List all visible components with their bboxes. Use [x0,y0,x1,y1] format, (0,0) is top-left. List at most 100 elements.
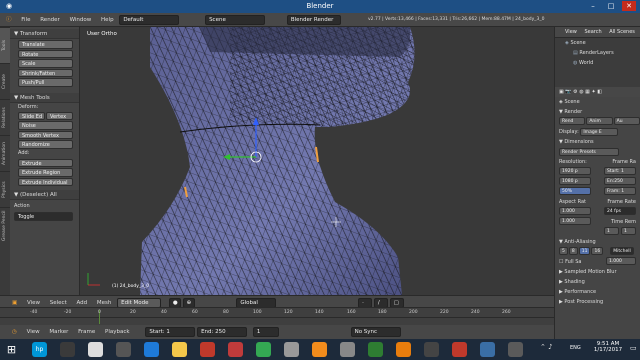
close-button[interactable]: ✕ [622,1,636,11]
frame-rate-select[interactable]: 24 fps [604,207,636,215]
sampled-motion-blur-panel[interactable]: ▶ Sampled Motion Blur [555,267,640,277]
properties-context-icons[interactable]: ▣ 📷 ⚙ ◍ ▦ ✦ ◧ [555,87,640,97]
aa-samples-11[interactable]: 11 [578,247,591,255]
scale-button[interactable]: Scale [18,59,73,68]
timeline-menu-playback[interactable]: Playback [101,325,134,339]
minimize-button[interactable]: – [586,1,600,11]
timeline-editor-icon[interactable]: ◷ [8,325,21,339]
aa-samples-5[interactable]: 5 [559,247,568,255]
action-select[interactable]: Toggle [14,212,73,221]
menu-window[interactable]: Window [66,13,96,27]
chrome-icon[interactable] [256,342,271,357]
clock[interactable]: 9:51 AM 1/17/2017 [590,341,626,353]
extrude-individual-button[interactable]: Extrude Individual [18,177,73,186]
dimensions-panel-header[interactable]: ▼ Dimensions [555,137,640,147]
menu-file[interactable]: File [17,13,34,27]
resolution-percentage-field[interactable]: 50% [559,187,591,195]
tab-relations[interactable]: Relations [0,99,10,135]
slide-edge-button[interactable]: Slide Ed [18,111,45,120]
vertex-slide-button[interactable]: Vertex [46,111,73,120]
tab-grease-pencil[interactable]: Grease Pencil [0,207,10,243]
app-icon-red2[interactable] [228,342,243,357]
frame-start-field[interactable]: Start: 1 [604,167,636,175]
noise-button[interactable]: Noise [18,121,73,130]
store-icon[interactable] [116,342,131,357]
mesh-tools-panel-header[interactable]: ▼ Mesh Tools [10,92,79,103]
shrink-fatten-button[interactable]: Shrink/Fatten [18,68,73,77]
app-icon-red[interactable] [200,342,215,357]
render-engine-select[interactable]: Blender Render [286,15,341,25]
menu-render[interactable]: Render [36,13,64,27]
app-icon-red3[interactable] [452,342,467,357]
aspect-y-field[interactable]: 1.000 [559,217,591,225]
task-view-icon[interactable] [60,342,75,357]
screen-layout-select[interactable]: Default [119,15,180,25]
maximize-button[interactable]: □ [604,1,618,11]
timeline-menu-marker[interactable]: Marker [45,325,72,339]
frame-end-field[interactable]: En:250 [604,177,636,185]
anti-aliasing-panel-header[interactable]: ▼ Anti-Aliasing [555,237,640,247]
extrude-region-button[interactable]: Extrude Region [18,168,73,177]
full-sample-checkbox[interactable]: ☐ Full Sa [559,257,581,267]
smooth-vertex-button[interactable]: Smooth Vertex [18,130,73,139]
3d-viewport[interactable]: User Ortho (1) 24_body_3_0 [80,27,554,295]
app-icon-gray3[interactable] [508,342,523,357]
extrude-button[interactable]: Extrude [18,158,73,167]
outliner-item-scene[interactable]: ◈ Scene [555,38,640,48]
audio-button[interactable]: Au [613,117,640,125]
current-frame-field[interactable]: 1 [252,327,279,337]
outliner-item-world[interactable]: ◍ World [555,58,640,68]
outliner-menu-search[interactable]: Search [584,29,607,35]
shading-panel[interactable]: ▶ Shading [555,277,640,287]
scene-select[interactable]: Scene [205,15,266,25]
operator-panel-header[interactable]: ▼ (Deselect) All [10,190,79,200]
timeline-ruler[interactable]: -40 -20 0 20 40 60 80 100 120 140 160 18… [0,310,554,324]
end-frame-field[interactable]: End: 250 [197,327,248,337]
menu-help[interactable]: Help [97,13,118,27]
time-remap-old-field[interactable]: 1 [604,227,619,235]
tray-icons[interactable]: ⌃ ♪ [540,343,553,351]
aspect-x-field[interactable]: 1.000 [559,207,591,215]
app-icon-gray2[interactable] [340,342,355,357]
outliner-menu-view[interactable]: View [565,29,583,35]
time-remap-new-field[interactable]: 1 [621,227,636,235]
translate-button[interactable]: Translate [18,40,73,49]
app-icon-dark[interactable] [424,342,439,357]
aa-samples-8[interactable]: 8 [568,247,578,255]
render-panel-header[interactable]: ▼ Render [555,107,640,117]
app-icon[interactable] [88,342,103,357]
tab-create[interactable]: Create [0,63,10,99]
tab-animation[interactable]: Animation [0,135,10,171]
timeline-menu-view[interactable]: View [23,325,44,339]
render-presets-select[interactable]: Render Presets [559,148,619,156]
start-button[interactable]: ⊞ [4,342,19,357]
language-indicator[interactable]: ENG [570,345,581,351]
tab-physics[interactable]: Physics [0,171,10,207]
randomize-button[interactable]: Randomize [18,140,73,149]
sync-mode-select[interactable]: No Sync [350,327,401,337]
aa-filter-select[interactable]: Mitchell [610,247,634,255]
performance-panel[interactable]: ▶ Performance [555,287,640,297]
start-frame-field[interactable]: Start: 1 [145,327,196,337]
push-pull-button[interactable]: Push/Pull [18,78,73,87]
app-icon-blue[interactable] [480,342,495,357]
hp-icon[interactable]: hp [32,342,47,357]
transform-panel-header[interactable]: ▼ Transform [10,29,79,39]
rotate-button[interactable]: Rotate [18,49,73,58]
post-processing-panel[interactable]: ▶ Post Processing [555,297,640,307]
file-explorer-icon[interactable] [172,342,187,357]
resolution-x-field[interactable]: 1920 p [559,167,591,175]
app-icon-gray[interactable] [284,342,299,357]
vlc-icon[interactable] [312,342,327,357]
aa-samples-16[interactable]: 16 [591,247,604,255]
resolution-y-field[interactable]: 1080 p [559,177,591,185]
editor-type-icon[interactable]: ⓘ [2,13,16,27]
outliner-item-renderlayers[interactable]: ▤ RenderLayers [555,48,640,58]
tab-tools[interactable]: Tools [0,27,10,63]
app-icon-green[interactable] [368,342,383,357]
edge-icon[interactable] [144,342,159,357]
aa-filter-size-field[interactable]: 1.000 [606,257,636,265]
notifications-icon[interactable]: ▭ [630,344,637,352]
outliner-filter[interactable]: All Scenes [609,29,635,35]
blender-taskbar-icon[interactable] [396,342,411,357]
